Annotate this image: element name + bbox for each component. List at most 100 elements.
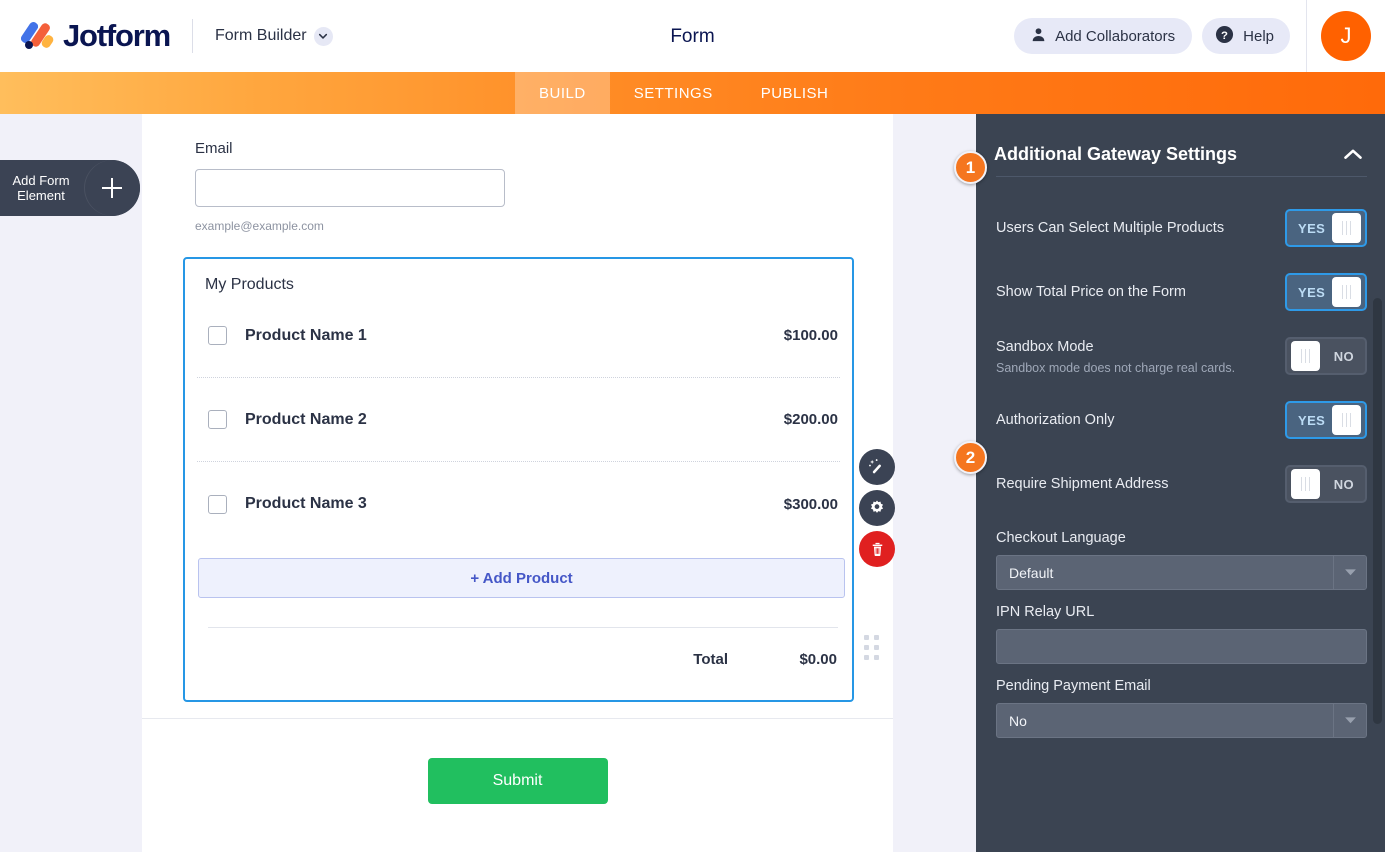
toggle-users-can-select-multiple-products[interactable]: YES — [1285, 209, 1367, 247]
setting-label: Require Shipment Address — [996, 476, 1169, 492]
toggle-require-shipment-address[interactable]: NO — [1285, 465, 1367, 503]
total-row: Total $0.00 — [197, 628, 840, 690]
chevron-down-icon — [313, 26, 333, 46]
avatar[interactable]: J — [1321, 11, 1371, 61]
step-badge-1: 1 — [954, 151, 987, 184]
setting-label: Authorization Only — [996, 412, 1115, 428]
magic-wand-icon[interactable] — [859, 449, 895, 485]
jotform-logo-icon — [19, 20, 56, 51]
person-icon — [1031, 27, 1046, 46]
brand-name: Jotform — [63, 18, 171, 53]
setting-hint: Sandbox mode does not charge real cards. — [996, 361, 1236, 375]
product-price: $200.00 — [783, 411, 838, 428]
ipn-relay-url-input[interactable] — [996, 629, 1367, 664]
toggle-state-label: YES — [1298, 284, 1326, 300]
product-name: Product Name 3 — [245, 495, 367, 512]
field-ipn-relay-url: IPN Relay URL — [994, 604, 1369, 664]
product-row[interactable]: Product Name 3 $300.00 — [197, 462, 840, 546]
tab-publish[interactable]: PUBLISH — [737, 72, 853, 114]
setting-row-show-total-price-on-the-form: Show Total Price on the Form YES — [994, 260, 1369, 324]
products-title: My Products — [205, 276, 294, 293]
total-value: $0.00 — [799, 650, 837, 668]
toggle-sandbox-mode[interactable]: NO — [1285, 337, 1367, 375]
left-rail: Add Form Element — [0, 114, 142, 852]
help-label: Help — [1243, 27, 1274, 45]
field-label: Checkout Language — [996, 530, 1126, 546]
setting-row-users-can-select-multiple-products: Users Can Select Multiple Products YES — [994, 196, 1369, 260]
svg-text:?: ? — [1221, 29, 1228, 41]
product-row[interactable]: Product Name 2 $200.00 — [197, 378, 840, 462]
product-name: Product Name 1 — [245, 326, 367, 344]
plus-icon — [84, 160, 140, 216]
tab-build[interactable]: BUILD — [515, 72, 610, 114]
add-product-button[interactable]: + Add Product — [198, 558, 845, 598]
main-tabbar: BUILD SETTINGS PUBLISH — [0, 72, 1385, 114]
form-canvas: Email example@example.com My Products Pr… — [142, 114, 893, 852]
field-checkout-language: Checkout Language Default — [994, 530, 1369, 590]
tabbar-spacer — [0, 72, 515, 114]
toggle-knob — [1332, 213, 1361, 243]
select-value: Default — [1009, 564, 1054, 581]
canvas-gap-strip — [893, 114, 976, 852]
toggle-state-label: YES — [1298, 220, 1326, 236]
header-avatar-divider — [1306, 0, 1307, 72]
products-element[interactable]: My Products Product Name 1 $100.00 Produ… — [183, 257, 879, 702]
field-label: Pending Payment Email — [996, 678, 1151, 694]
field-pending-payment-email: Pending Payment Email No — [994, 678, 1369, 738]
gear-icon[interactable] — [859, 490, 895, 526]
panel-divider — [996, 176, 1367, 177]
trash-icon[interactable] — [859, 531, 895, 567]
chevron-down-icon — [1333, 556, 1366, 589]
panel-scrollbar[interactable] — [1373, 298, 1382, 724]
header-actions: Add Collaborators ? Help J — [1014, 0, 1385, 72]
panel-title: Additional Gateway Settings — [994, 143, 1238, 164]
jotform-logo[interactable]: Jotform — [19, 18, 171, 54]
product-name: Product Name 2 — [245, 410, 367, 428]
product-checkbox[interactable] — [208, 410, 227, 429]
submit-button[interactable]: Submit — [427, 758, 608, 804]
tab-settings[interactable]: SETTINGS — [610, 72, 737, 114]
product-row[interactable]: Product Name 1 $100.00 — [197, 294, 840, 378]
add-form-element-label: Add Form Element — [12, 173, 70, 203]
header-divider — [192, 19, 193, 53]
pending-payment-email-select[interactable]: No — [996, 703, 1367, 738]
toggle-show-total-price-on-the-form[interactable]: YES — [1285, 273, 1367, 311]
toggle-state-label: NO — [1333, 348, 1354, 364]
add-form-element-button[interactable]: Add Form Element — [0, 160, 140, 216]
field-label: IPN Relay URL — [996, 604, 1095, 620]
toggle-state-label: NO — [1333, 476, 1354, 492]
help-button[interactable]: ? Help — [1202, 18, 1290, 54]
panel-header: Additional Gateway Settings — [994, 114, 1369, 168]
question-mark-icon: ? — [1215, 25, 1234, 48]
toggle-knob — [1291, 469, 1320, 499]
email-field-hint: example@example.com — [195, 219, 324, 233]
total-label: Total — [693, 650, 728, 668]
top-header: Jotform Form Builder Form Add Collaborat… — [0, 0, 1385, 72]
toggle-knob — [1291, 341, 1320, 371]
setting-row-authorization-only: Authorization Only YES — [994, 388, 1369, 452]
setting-row-require-shipment-address: Require Shipment Address NO — [994, 452, 1369, 516]
product-price: $300.00 — [783, 495, 838, 513]
product-checkbox[interactable] — [208, 494, 227, 514]
drag-handle[interactable] — [864, 635, 879, 660]
toggle-knob — [1332, 405, 1361, 435]
chevron-up-icon[interactable] — [1337, 144, 1369, 165]
add-collaborators-button[interactable]: Add Collaborators — [1014, 18, 1193, 54]
setting-label: Sandbox Mode — [996, 339, 1094, 355]
toggle-knob — [1332, 277, 1361, 307]
step-badge-2: 2 — [954, 441, 987, 474]
email-field[interactable] — [195, 169, 505, 207]
product-checkbox[interactable] — [208, 326, 227, 345]
email-field-label: Email — [195, 140, 233, 157]
checkout-language-select[interactable]: Default — [996, 555, 1367, 590]
toggle-authorization-only[interactable]: YES — [1285, 401, 1367, 439]
form-builder-menu-label: Form Builder — [215, 27, 307, 44]
setting-label: Show Total Price on the Form — [996, 284, 1186, 300]
element-action-toolbar — [859, 449, 895, 567]
select-value: No — [1009, 712, 1027, 729]
canvas-footer-divider — [142, 718, 893, 719]
chevron-down-icon — [1333, 704, 1366, 737]
add-collaborators-label: Add Collaborators — [1055, 27, 1176, 45]
setting-row-sandbox-mode: Sandbox Mode Sandbox mode does not charg… — [994, 324, 1369, 388]
form-builder-menu[interactable]: Form Builder — [215, 26, 333, 46]
